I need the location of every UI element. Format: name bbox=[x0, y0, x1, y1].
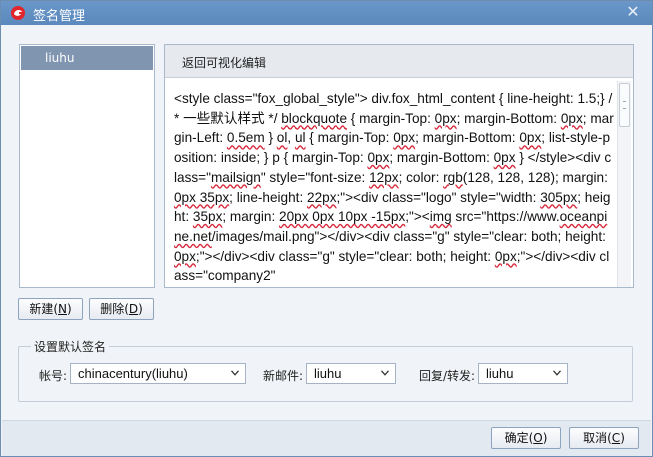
misspelled-word: 22px bbox=[307, 189, 337, 205]
misspelled-word: mailsign bbox=[210, 169, 261, 185]
foxmail-logo-icon bbox=[11, 6, 25, 20]
delete-signature-button[interactable]: 删除(D) bbox=[89, 298, 154, 320]
cancel-button-shortcut: C bbox=[611, 431, 621, 445]
scrollbar-thumb[interactable] bbox=[619, 83, 630, 127]
source-text: " style="font-size: bbox=[260, 169, 370, 185]
source-text: /images/mail.png"></div><div class="g" s… bbox=[211, 228, 606, 244]
misspelled-word: img bbox=[429, 209, 452, 225]
source-text: ; margin: bbox=[222, 209, 280, 225]
window-title: 签名管理 bbox=[33, 9, 86, 24]
misspelled-word: 0px bbox=[494, 248, 517, 264]
new-mail-label: 新邮件: bbox=[263, 369, 304, 383]
misspelled-word: 0px bbox=[519, 130, 542, 146]
close-icon[interactable]: ✕ bbox=[624, 3, 642, 21]
title-bar: 签名管理 ✕ bbox=[1, 1, 652, 25]
account-label: 帐号: bbox=[39, 369, 68, 383]
source-text: (128, 128, 128); margin: bbox=[462, 169, 608, 185]
reply-select-value: liuhu bbox=[486, 366, 514, 381]
ok-button-shortcut: O bbox=[533, 431, 543, 445]
source-text: } bbox=[264, 130, 277, 146]
new-button-label: 新建( bbox=[29, 302, 58, 316]
source-text: ; line-height: bbox=[229, 189, 308, 205]
ok-button-label: 确定( bbox=[504, 431, 534, 445]
reply-forward-signature-select[interactable]: liuhu bbox=[478, 363, 568, 384]
misspelled-word: ul bbox=[294, 130, 306, 146]
misspelled-word: 0px bbox=[367, 150, 390, 166]
new-mail-select-value: liuhu bbox=[314, 366, 342, 381]
chevron-down-icon bbox=[231, 370, 239, 376]
misspelled-word: 0px bbox=[493, 150, 516, 166]
signature-manager-dialog: 签名管理 ✕ liuhu 返回可视化编辑 <style class="fox_g… bbox=[0, 0, 653, 457]
default-signature-legend: 设置默认签名 bbox=[31, 338, 110, 355]
misspelled-word: 0px 35px bbox=[174, 189, 230, 205]
source-text: src="https://www. bbox=[451, 209, 560, 225]
delete-button-paren: ) bbox=[138, 302, 143, 316]
account-select-value: chinacentury(liuhu) bbox=[78, 366, 188, 381]
misspelled-word: 12px bbox=[369, 169, 399, 185]
new-signature-button[interactable]: 新建(N) bbox=[18, 298, 83, 320]
signature-list-item[interactable]: liuhu bbox=[21, 46, 153, 70]
cancel-button-label: 取消( bbox=[583, 431, 612, 445]
source-text: ;">< bbox=[405, 209, 430, 225]
source-text: ; color: bbox=[398, 169, 444, 185]
source-text: { margin-Top: bbox=[305, 130, 394, 146]
misspelled-word: 35px bbox=[192, 209, 223, 225]
source-text: , bbox=[287, 130, 295, 146]
source-text: ; margin-Bottom: bbox=[415, 130, 520, 146]
back-to-visual-edit-tab[interactable]: 返回可视化编辑 bbox=[182, 54, 266, 71]
chevron-down-icon bbox=[553, 370, 561, 376]
misspelled-word: 305px bbox=[540, 189, 578, 205]
misspelled-word: 20px 0px 10px -15px bbox=[279, 209, 406, 225]
signature-list[interactable]: liuhu bbox=[19, 44, 155, 288]
new-mail-signature-select[interactable]: liuhu bbox=[306, 363, 396, 384]
source-text: { margin-Top: bbox=[347, 110, 435, 126]
source-text: ;"></div><div class="g" style="clear: bo… bbox=[195, 248, 495, 264]
misspelled-word: 0px bbox=[393, 130, 416, 146]
new-button-shortcut: N bbox=[58, 302, 67, 316]
misspelled-word: blockquote bbox=[281, 110, 348, 126]
signature-editor: 返回可视化编辑 <style class="fox_global_style">… bbox=[164, 44, 634, 288]
delete-button-label: 删除( bbox=[100, 302, 129, 316]
misspelled-word: 0px bbox=[560, 110, 583, 126]
delete-button-shortcut: D bbox=[128, 302, 139, 316]
misspelled-word: ol bbox=[276, 130, 288, 146]
source-text: ; margin-Bottom: bbox=[389, 150, 494, 166]
html-source-textarea[interactable]: <style class="fox_global_style"> div.fox… bbox=[174, 89, 614, 287]
misspelled-word: 0.5em bbox=[226, 130, 265, 146]
new-button-paren: ) bbox=[66, 302, 72, 316]
misspelled-word: 0px bbox=[174, 248, 196, 264]
reply-forward-label: 回复/转发: bbox=[419, 369, 476, 383]
source-text: ; margin-Bottom: bbox=[456, 110, 561, 126]
chevron-down-icon bbox=[381, 370, 389, 376]
misspelled-word: rgb bbox=[443, 169, 463, 185]
editor-scrollbar[interactable] bbox=[617, 81, 631, 287]
misspelled-word: 0px bbox=[434, 110, 457, 126]
ok-button[interactable]: 确定(O) bbox=[491, 427, 561, 449]
editor-tab-bar: 返回可视化编辑 bbox=[165, 45, 633, 78]
cancel-button[interactable]: 取消(C) bbox=[569, 427, 639, 449]
ok-button-paren: ) bbox=[542, 431, 548, 445]
account-select[interactable]: chinacentury(liuhu) bbox=[70, 363, 246, 384]
cancel-button-paren: ) bbox=[620, 431, 625, 445]
source-text: ;"><div class="logo" style="width: bbox=[336, 189, 541, 205]
